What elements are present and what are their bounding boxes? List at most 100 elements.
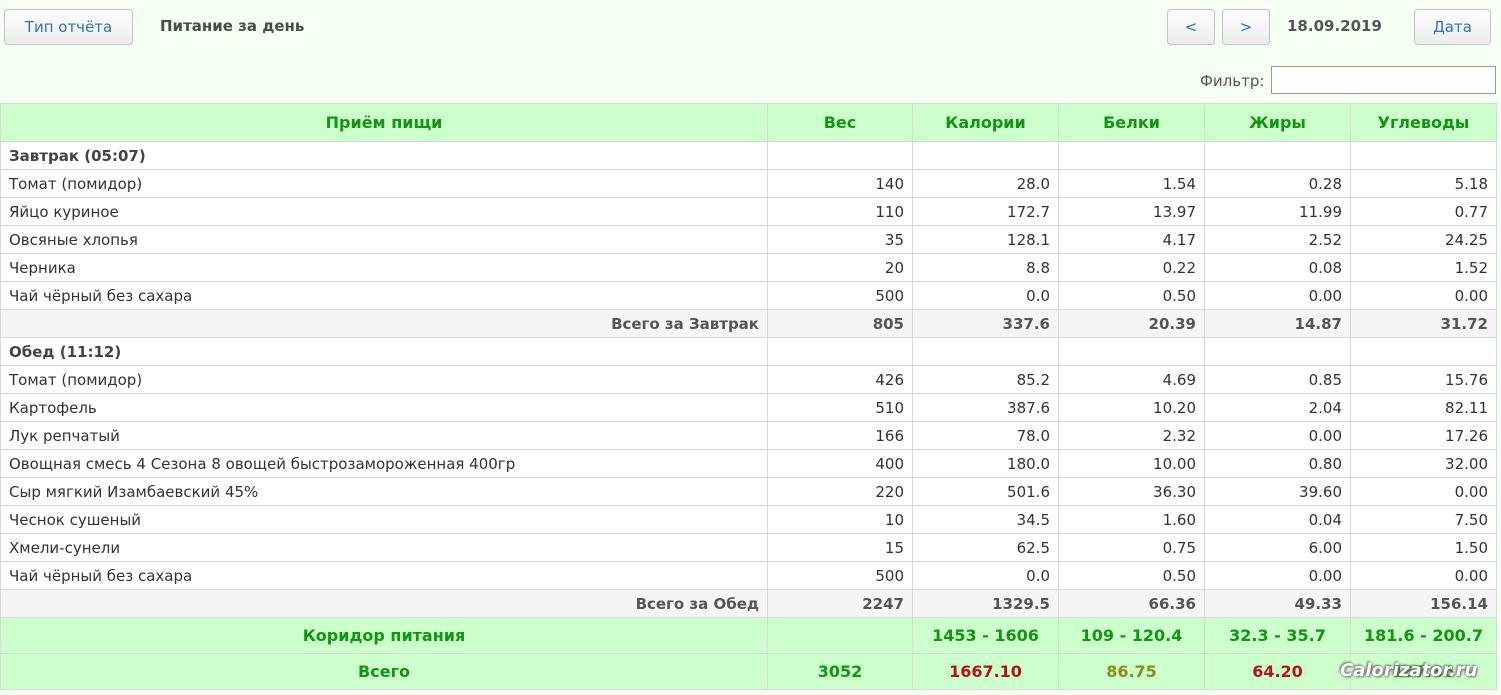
food-name: Овощная смесь 4 Сезона 8 овощей быстроза… (0, 449, 768, 478)
meal-title: Завтрак (05:07) (0, 141, 768, 170)
date-picker-button[interactable]: Дата (1414, 9, 1491, 45)
food-value: 10 (767, 505, 913, 534)
report-type-button[interactable]: Тип отчёта (4, 9, 133, 45)
food-value: 7.50 (1350, 505, 1497, 534)
food-value: 0.00 (1350, 281, 1497, 310)
total-cell: 1667.10 (912, 653, 1059, 690)
food-value: 4.17 (1058, 225, 1205, 254)
food-value: 387.6 (912, 393, 1059, 422)
food-value: 140 (767, 169, 913, 198)
corridor-cell: 32.3 - 35.7 (1204, 617, 1351, 654)
subtotal-label: Всего за Обед (0, 589, 768, 618)
food-name: Яйцо куриное (0, 197, 768, 226)
food-value: 15 (767, 533, 913, 562)
food-row[interactable]: Овощная смесь 4 Сезона 8 овощей быстроза… (0, 449, 1497, 478)
food-name: Томат (помидор) (0, 365, 768, 394)
empty-cell (767, 337, 913, 366)
table-body: Завтрак (05:07) Томат (помидор) 140 28.0 1.5… (0, 141, 1497, 618)
total-cell: 86.75 (1058, 653, 1205, 690)
total-cell: 64.20 (1204, 653, 1351, 690)
food-name: Томат (помидор) (0, 169, 768, 198)
corridor-cell (767, 617, 913, 654)
food-value: 1.60 (1058, 505, 1205, 534)
column-header-carbs: Углеводы (1350, 103, 1497, 142)
column-header-protein: Белки (1058, 103, 1205, 142)
food-value: 10.20 (1058, 393, 1205, 422)
corridor-cell: Коридор питания (0, 617, 768, 654)
food-value: 32.00 (1350, 449, 1497, 478)
food-value: 0.08 (1204, 253, 1351, 282)
empty-cell (1058, 337, 1205, 366)
food-row[interactable]: Картофель 510 387.6 10.20 2.04 82.11 (0, 393, 1497, 422)
next-day-button[interactable]: > (1222, 9, 1270, 45)
food-row[interactable]: Яйцо куриное 110 172.7 13.97 11.99 0.77 (0, 197, 1497, 226)
food-value: 0.50 (1058, 561, 1205, 590)
filter-input[interactable] (1271, 66, 1496, 94)
food-value: 0.00 (1204, 281, 1351, 310)
food-value: 110 (767, 197, 913, 226)
table-header-row: Приём пищи Вес Калории Белки Жиры Углево… (0, 103, 1497, 142)
food-value: 8.8 (912, 253, 1059, 282)
food-value: 17.26 (1350, 421, 1497, 450)
food-value: 82.11 (1350, 393, 1497, 422)
site-watermark: Calorizator.ru (1340, 660, 1478, 681)
subtotal-value: 2247 (767, 589, 913, 618)
meal-title: Обед (11:12) (0, 337, 768, 366)
food-row[interactable]: Томат (помидор) 140 28.0 1.54 0.28 5.18 (0, 169, 1497, 198)
empty-cell (912, 141, 1059, 170)
food-name: Картофель (0, 393, 768, 422)
food-value: 500 (767, 561, 913, 590)
food-row[interactable]: Сыр мягкий Изамбаевский 45% 220 501.6 36.30… (0, 477, 1497, 506)
food-value: 510 (767, 393, 913, 422)
food-value: 20 (767, 253, 913, 282)
food-row[interactable]: Чай чёрный без сахара 500 0.0 0.50 0.00 0.00 (0, 561, 1497, 590)
page-title: Питание за день (160, 17, 305, 35)
food-value: 0.50 (1058, 281, 1205, 310)
food-value: 0.80 (1204, 449, 1351, 478)
food-row[interactable]: Томат (помидор) 426 85.2 4.69 0.85 15.76 (0, 365, 1497, 394)
food-row[interactable]: Хмели-сунели 15 62.5 0.75 6.00 1.50 (0, 533, 1497, 562)
food-row[interactable]: Чеснок сушеный 10 34.5 1.60 0.04 7.50 (0, 505, 1497, 534)
food-value: 34.5 (912, 505, 1059, 534)
food-value: 24.25 (1350, 225, 1497, 254)
meal-subtotal-row: Всего за Завтрак 805 337.6 20.39 14.87 31.72 (0, 309, 1497, 338)
food-value: 220 (767, 477, 913, 506)
food-value: 1.52 (1350, 253, 1497, 282)
subtotal-value: 20.39 (1058, 309, 1205, 338)
food-value: 0.85 (1204, 365, 1351, 394)
food-value: 2.32 (1058, 421, 1205, 450)
corridor-cell: 1453 - 1606 (912, 617, 1059, 654)
grand-total-row: Всего 3052 1667.10 86.75 64.20 187.86 (0, 653, 1497, 690)
food-name: Черника (0, 253, 768, 282)
food-value: 501.6 (912, 477, 1059, 506)
food-value: 0.04 (1204, 505, 1351, 534)
food-value: 15.76 (1350, 365, 1497, 394)
food-row[interactable]: Чай чёрный без сахара 500 0.0 0.50 0.00 0.00 (0, 281, 1497, 310)
food-value: 35 (767, 225, 913, 254)
food-value: 11.99 (1204, 197, 1351, 226)
subtotal-value: 14.87 (1204, 309, 1351, 338)
column-header-calories: Калории (912, 103, 1059, 142)
corridor-cell: 181.6 - 200.7 (1350, 617, 1497, 654)
food-value: 400 (767, 449, 913, 478)
food-value: 166 (767, 421, 913, 450)
food-name: Лук репчатый (0, 421, 768, 450)
empty-cell (1350, 337, 1497, 366)
total-cell: Всего (0, 653, 768, 690)
food-row[interactable]: Лук репчатый 166 78.0 2.32 0.00 17.26 (0, 421, 1497, 450)
previous-day-button[interactable]: < (1167, 9, 1215, 45)
meal-subtotal-row: Всего за Обед 2247 1329.5 66.36 49.33 156.14 (0, 589, 1497, 618)
column-header-fat: Жиры (1204, 103, 1351, 142)
food-value: 6.00 (1204, 533, 1351, 562)
food-row[interactable]: Овсяные хлопья 35 128.1 4.17 2.52 24.25 (0, 225, 1497, 254)
subtotal-value: 31.72 (1350, 309, 1497, 338)
food-row[interactable]: Черника 20 8.8 0.22 0.08 1.52 (0, 253, 1497, 282)
food-value: 0.75 (1058, 533, 1205, 562)
meal-header-row: Обед (11:12) (0, 337, 1497, 366)
meal-header-row: Завтрак (05:07) (0, 141, 1497, 170)
food-value: 39.60 (1204, 477, 1351, 506)
nutrition-corridor-row: Коридор питания 1453 - 1606 109 - 120.4 … (0, 617, 1497, 654)
food-name: Овсяные хлопья (0, 225, 768, 254)
food-value: 0.28 (1204, 169, 1351, 198)
food-value: 62.5 (912, 533, 1059, 562)
